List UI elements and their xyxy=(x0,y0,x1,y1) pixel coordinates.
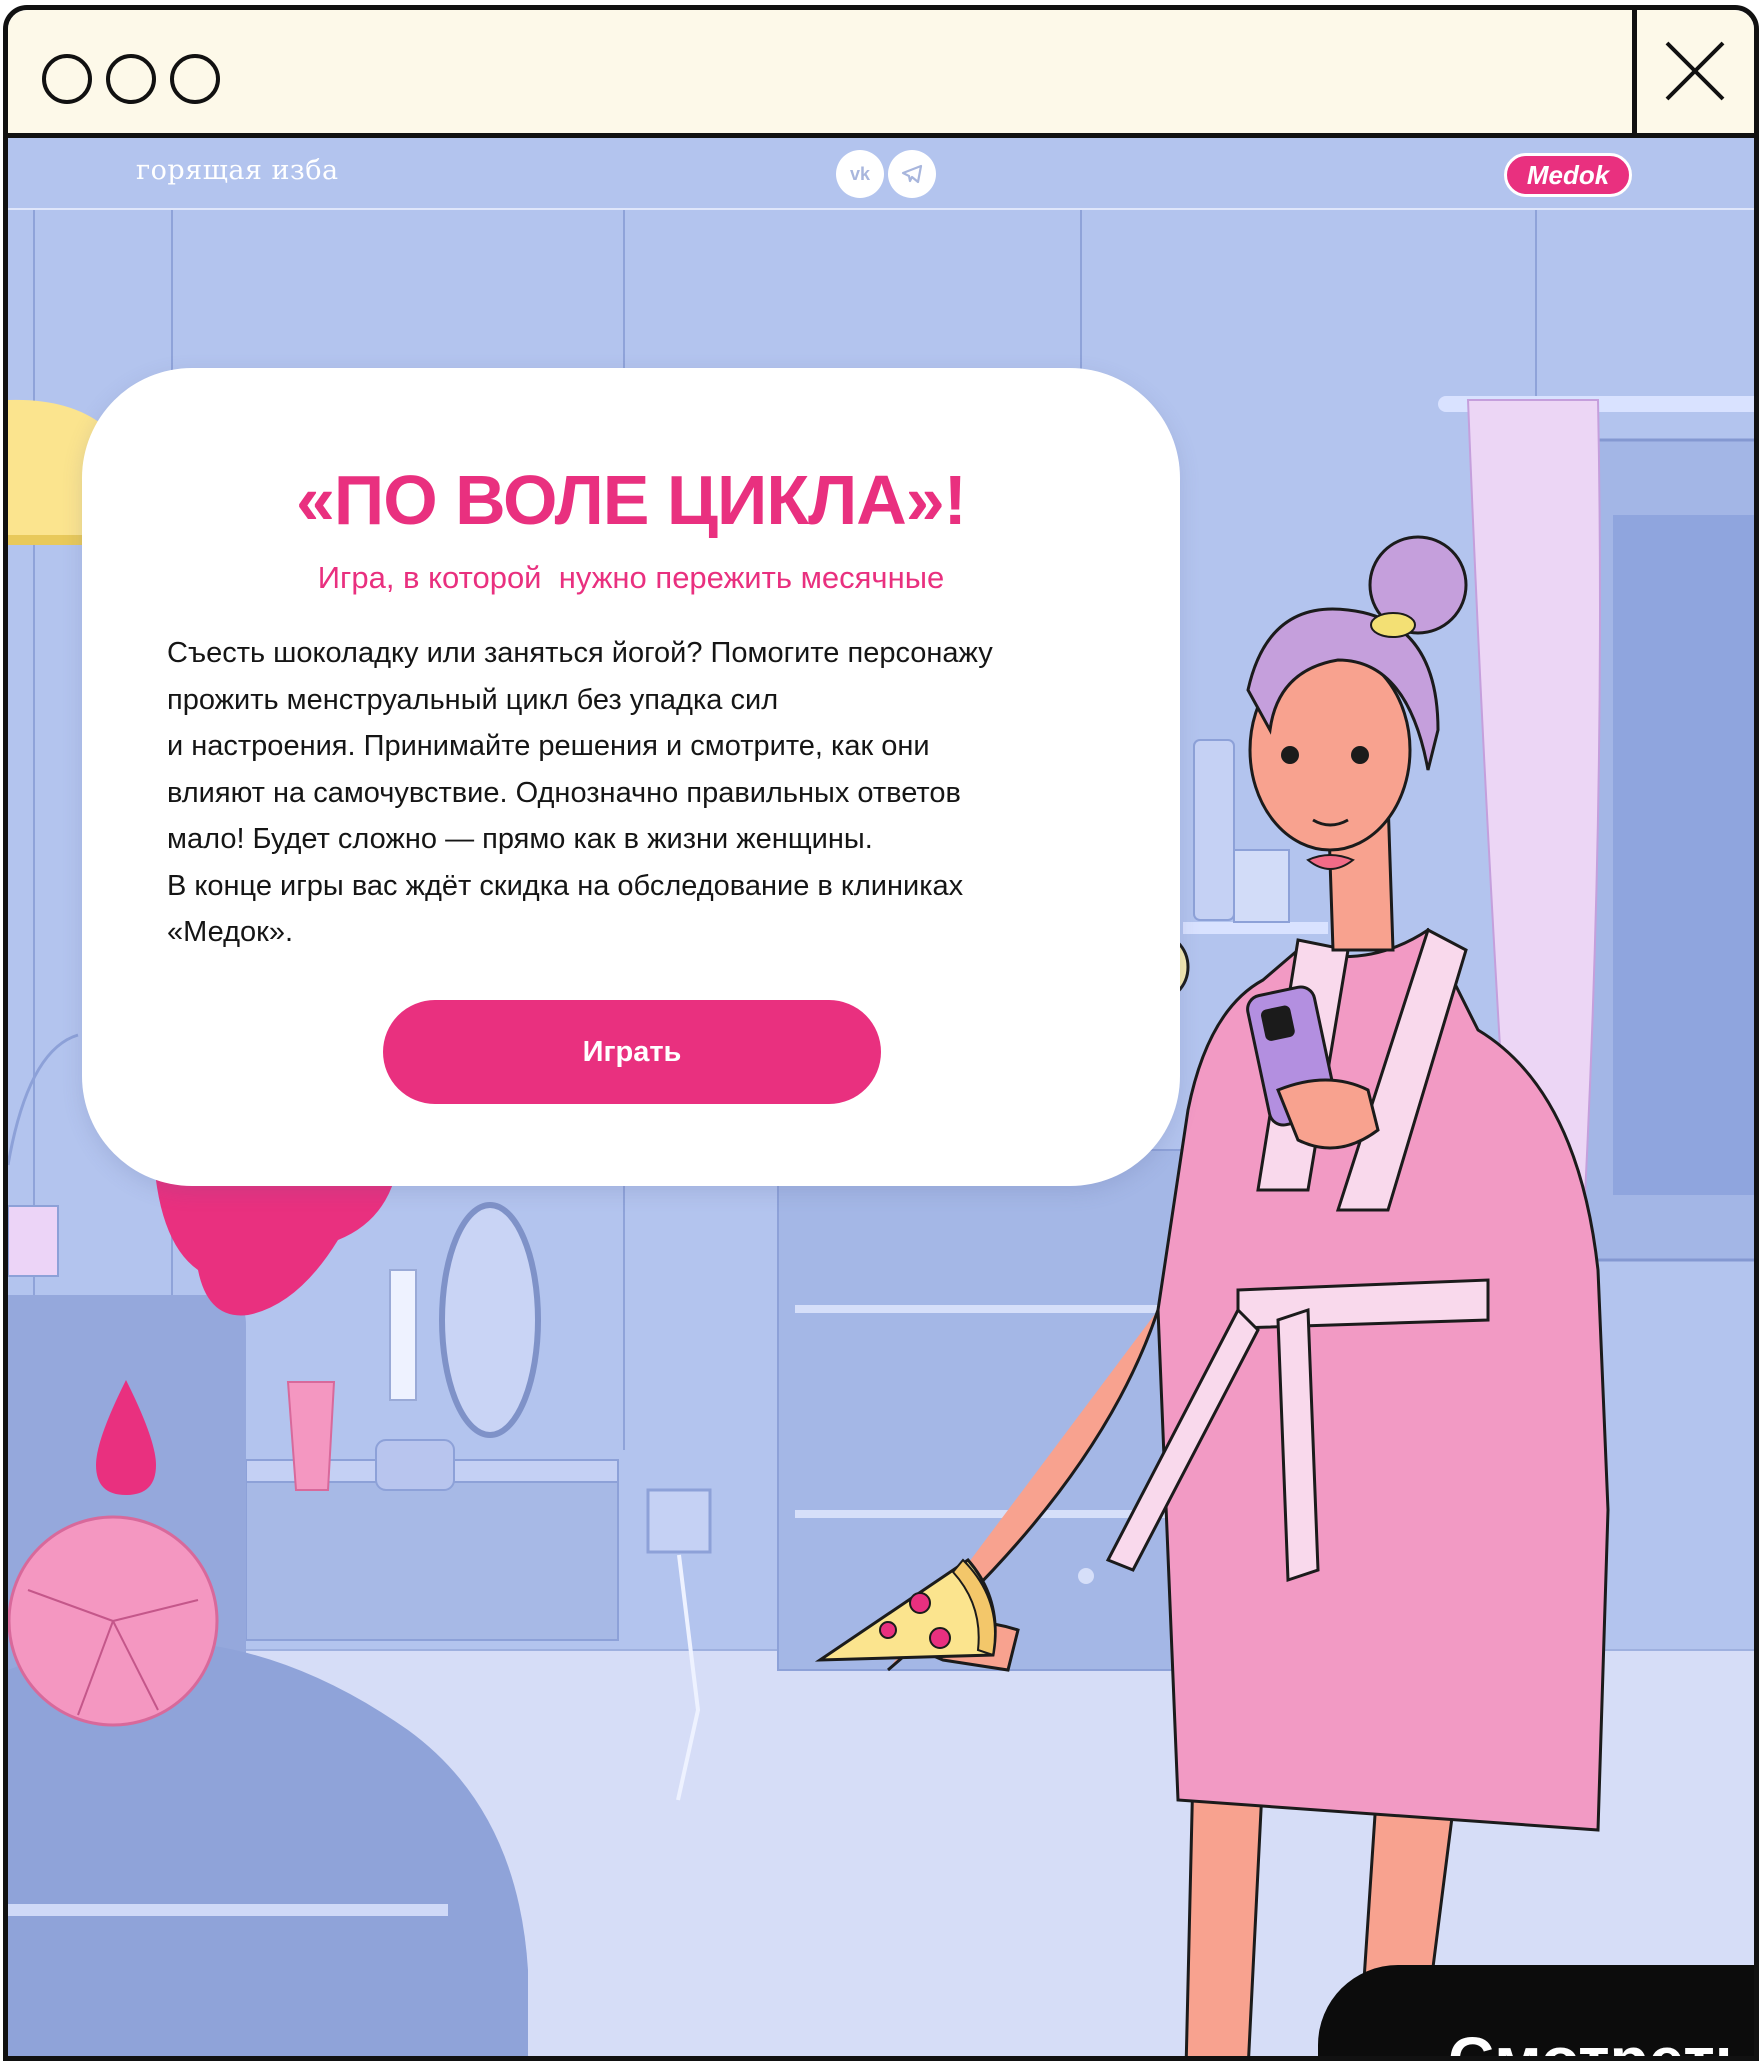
close-icon xyxy=(1665,41,1725,101)
description-line: мало! Будет сложно — прямо как в жизни ж… xyxy=(167,823,873,855)
partner-logo[interactable]: Medok xyxy=(1504,153,1632,197)
description-line: прожить менструальный цикл без упадка си… xyxy=(167,683,779,716)
description-line: Съесть шоколадку или заняться йогой? Пом… xyxy=(167,637,993,669)
telegram-icon[interactable] xyxy=(888,150,936,198)
watch-button[interactable]: Смотреть xyxy=(1318,1965,1754,2056)
vk-label: vk xyxy=(849,163,871,184)
window-titlebar xyxy=(8,10,1754,138)
card-subtitle: Игра, в которой нужно пережить месячные xyxy=(317,560,945,595)
brand-logo[interactable]: горящая изба xyxy=(136,155,339,186)
card-title: «ПО ВОЛЕ ЦИКЛА»! xyxy=(296,461,967,539)
play-button[interactable]: Играть xyxy=(383,1000,881,1104)
description-line: и настроения. Принимайте решения и смотр… xyxy=(167,730,930,762)
telegram-glyph xyxy=(901,164,923,184)
window-dot-1[interactable] xyxy=(42,54,92,104)
vk-icon[interactable]: vk xyxy=(836,150,884,198)
close-button[interactable] xyxy=(1632,10,1754,133)
site-header: горящая изба vk Medok xyxy=(8,138,1754,210)
window-dot-3[interactable] xyxy=(170,54,220,104)
game-intro-card: «ПО ВОЛЕ ЦИКЛА»! Игра, в которой нужно п… xyxy=(82,368,1180,1186)
card-description: Съесть шоколадку или заняться йогой? Пом… xyxy=(167,630,1127,956)
description-line: влияют на самочувствие. Однозначно прави… xyxy=(167,776,961,809)
window-dot-2[interactable] xyxy=(106,54,156,104)
description-line: В конце игры вас ждёт скидка на обследов… xyxy=(167,869,964,902)
description-line: «Медок». xyxy=(167,916,294,948)
browser-window: горящая изба vk Medok «ПО ВОЛЕ ЦИКЛА»! И… xyxy=(3,5,1759,2061)
